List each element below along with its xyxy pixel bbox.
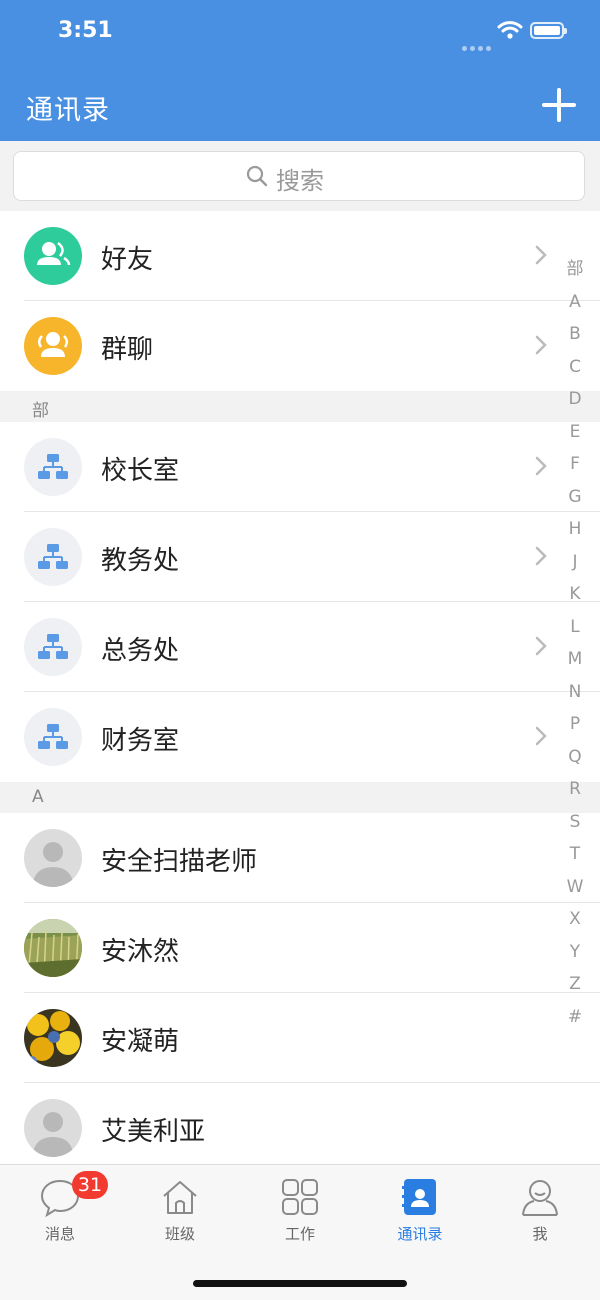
battery-icon [530,22,567,39]
yellow-leaves-photo-avatar [24,1009,82,1067]
section-header-department: 部 [0,391,600,422]
tab-me[interactable]: 我 [480,1165,600,1260]
section-header-a: A [0,782,600,813]
chevron-right-icon [535,456,547,476]
index-letter[interactable]: Q [560,746,590,779]
contact-item[interactable]: 艾美利亚 [0,1083,600,1173]
index-letter[interactable]: B [560,323,590,356]
section-header-label: 部 [32,401,49,421]
unread-badge: 31 [72,1171,108,1199]
default-avatar-icon [24,1099,82,1157]
home-icon [163,1181,197,1214]
index-letter[interactable]: G [560,486,590,519]
index-letter[interactable]: M [560,648,590,681]
index-letter[interactable]: Z [560,973,590,1006]
tab-work[interactable]: 工作 [240,1165,360,1260]
department-label: 校长室 [101,456,180,486]
department-label: 总务处 [101,636,180,666]
department-item[interactable]: 总务处 [0,602,600,692]
tab-label: 班级 [164,1225,195,1243]
index-letter[interactable]: X [560,908,590,941]
chevron-right-icon [535,546,547,566]
contacts-book-icon [402,1179,436,1215]
chevron-right-icon [535,245,547,265]
list-item-friends[interactable]: 好友 [0,211,600,301]
tab-label: 消息 [44,1225,75,1243]
tab-contacts[interactable]: 通讯录 [360,1165,480,1260]
grid-icon [282,1179,318,1215]
tab-label: 工作 [284,1225,315,1243]
tab-label: 通讯录 [397,1225,443,1243]
grass-photo-avatar [24,919,82,977]
department-item[interactable]: 教务处 [0,512,600,602]
org-chart-icon [24,618,82,676]
org-chart-icon [24,708,82,766]
search-area: 搜索 [0,141,600,211]
index-letter[interactable]: R [560,778,590,811]
index-letter[interactable]: A [560,291,590,324]
status-time: 3:51 [58,18,113,43]
index-letter[interactable]: D [560,388,590,421]
wifi-icon [497,21,523,39]
friends-icon [24,227,82,285]
home-indicator[interactable] [193,1280,407,1287]
index-letter[interactable]: J [560,551,590,584]
add-button[interactable] [540,86,578,124]
index-letter[interactable]: 部 [560,258,590,291]
signal-icon [462,36,494,55]
tab-messages[interactable]: 31 消息 [0,1165,120,1260]
chevron-right-icon [535,636,547,656]
contact-name: 安凝萌 [101,1027,180,1057]
navigation-header: 3:51 通讯录 [0,0,600,141]
index-letter[interactable]: F [560,453,590,486]
group-chat-icon [24,317,82,375]
index-letter[interactable]: # [560,1006,590,1039]
alphabet-index-bar[interactable]: 部 A B C D E F G H J K L M N P Q R S T W … [560,258,590,1038]
contact-name: 安全扫描老师 [101,847,258,877]
index-letter[interactable]: Y [560,941,590,974]
section-header-label: A [32,787,44,807]
index-letter[interactable]: K [560,583,590,616]
list-item-group-chat[interactable]: 群聊 [0,301,600,391]
default-avatar-icon [24,829,82,887]
list-item-label: 好友 [101,245,154,275]
index-letter[interactable]: C [560,356,590,389]
search-input[interactable]: 搜索 [13,151,585,201]
department-label: 财务室 [101,726,180,756]
page-title: 通讯录 [26,95,110,126]
contact-name: 艾美利亚 [101,1117,206,1147]
tab-label: 我 [532,1225,548,1243]
chevron-right-icon [535,335,547,355]
index-letter[interactable]: L [560,616,590,649]
contact-item[interactable]: 安沐然 [0,903,600,993]
chevron-right-icon [535,726,547,746]
search-placeholder: 搜索 [276,167,324,195]
index-letter[interactable]: P [560,713,590,746]
index-letter[interactable]: E [560,421,590,454]
contact-name: 安沐然 [101,937,180,967]
department-item[interactable]: 校长室 [0,422,600,512]
index-letter[interactable]: N [560,681,590,714]
org-chart-icon [24,438,82,496]
department-item[interactable]: 财务室 [0,692,600,782]
contact-item[interactable]: 安凝萌 [0,993,600,1083]
index-letter[interactable]: T [560,843,590,876]
index-letter[interactable]: H [560,518,590,551]
search-icon [246,165,268,187]
contact-item[interactable]: 安全扫描老师 [0,813,600,903]
department-label: 教务处 [101,546,180,576]
tab-class[interactable]: 班级 [120,1165,240,1260]
index-letter[interactable]: S [560,811,590,844]
org-chart-icon [24,528,82,586]
index-letter[interactable]: W [560,876,590,909]
person-icon [522,1180,558,1216]
list-item-label: 群聊 [101,335,154,365]
